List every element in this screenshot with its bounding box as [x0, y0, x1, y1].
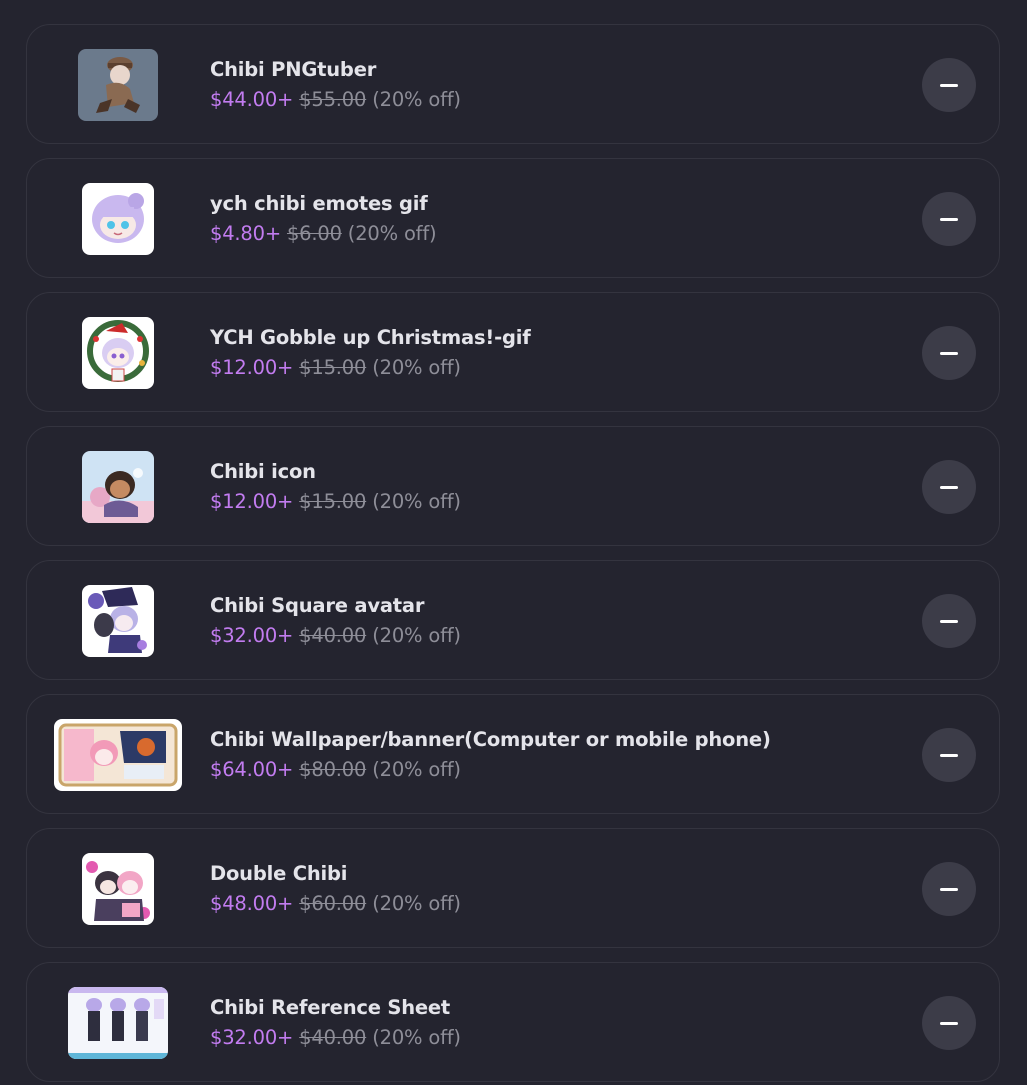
sale-price: $4.80+ — [210, 222, 281, 245]
square-avatar-thumbnail[interactable] — [82, 585, 154, 657]
cart-item: Chibi Wallpaper/banner(Computer or mobil… — [26, 694, 1000, 814]
remove-item-button[interactable] — [922, 728, 976, 782]
remove-item-button[interactable] — [922, 58, 976, 112]
remove-item-button[interactable] — [922, 996, 976, 1050]
original-price: $40.00 — [299, 624, 367, 647]
item-price-row: $32.00+ $40.00 (20% off) — [210, 624, 461, 647]
item-title[interactable]: YCH Gobble up Christmas!-gif — [210, 326, 531, 349]
cart-item: ych chibi emotes gif $4.80+ $6.00 (20% o… — [26, 158, 1000, 278]
minus-icon — [940, 217, 958, 221]
original-price: $15.00 — [299, 356, 367, 379]
discount-label: (20% off) — [372, 758, 461, 781]
cart-item: Chibi Reference Sheet $32.00+ $40.00 (20… — [26, 962, 1000, 1082]
original-price: $80.00 — [299, 758, 367, 781]
wallpaper-banner-thumbnail[interactable] — [54, 719, 182, 791]
sale-price: $12.00+ — [210, 356, 294, 379]
chibi-emotes-thumbnail[interactable] — [82, 183, 154, 255]
sale-price: $12.00+ — [210, 490, 294, 513]
remove-item-button[interactable] — [922, 326, 976, 380]
discount-label: (20% off) — [372, 1026, 461, 1049]
cart-item: YCH Gobble up Christmas!-gif $12.00+ $15… — [26, 292, 1000, 412]
chibi-icon-thumbnail[interactable] — [82, 451, 154, 523]
remove-item-button[interactable] — [922, 460, 976, 514]
double-chibi-thumbnail[interactable] — [82, 853, 154, 925]
minus-icon — [940, 753, 958, 757]
minus-icon — [940, 351, 958, 355]
remove-item-button[interactable] — [922, 192, 976, 246]
item-price-row: $12.00+ $15.00 (20% off) — [210, 490, 461, 513]
item-price-row: $48.00+ $60.00 (20% off) — [210, 892, 461, 915]
sale-price: $44.00+ — [210, 88, 294, 111]
original-price: $60.00 — [299, 892, 367, 915]
sale-price: $32.00+ — [210, 1026, 294, 1049]
original-price: $6.00 — [286, 222, 342, 245]
reference-sheet-thumbnail[interactable] — [68, 987, 168, 1059]
item-price-row: $12.00+ $15.00 (20% off) — [210, 356, 461, 379]
original-price: $40.00 — [299, 1026, 367, 1049]
original-price: $55.00 — [299, 88, 367, 111]
cart-item: Chibi PNGtuber $44.00+ $55.00 (20% off) — [26, 24, 1000, 144]
discount-label: (20% off) — [372, 892, 461, 915]
item-title[interactable]: Chibi Reference Sheet — [210, 996, 450, 1019]
minus-icon — [940, 619, 958, 623]
item-title[interactable]: Double Chibi — [210, 862, 347, 885]
discount-label: (20% off) — [372, 356, 461, 379]
christmas-gif-thumbnail[interactable] — [82, 317, 154, 389]
item-price-row: $44.00+ $55.00 (20% off) — [210, 88, 461, 111]
discount-label: (20% off) — [372, 88, 461, 111]
original-price: $15.00 — [299, 490, 367, 513]
discount-label: (20% off) — [372, 490, 461, 513]
cart-item-list: Chibi PNGtuber $44.00+ $55.00 (20% off) — [0, 0, 1027, 1085]
item-title[interactable]: Chibi icon — [210, 460, 316, 483]
sale-price: $64.00+ — [210, 758, 294, 781]
sale-price: $32.00+ — [210, 624, 294, 647]
item-title[interactable]: Chibi Wallpaper/banner(Computer or mobil… — [210, 728, 771, 751]
cart-item: Chibi Square avatar $32.00+ $40.00 (20% … — [26, 560, 1000, 680]
item-title[interactable]: ych chibi emotes gif — [210, 192, 428, 215]
item-title[interactable]: Chibi PNGtuber — [210, 58, 376, 81]
discount-label: (20% off) — [347, 222, 437, 245]
item-price-row: $32.00+ $40.00 (20% off) — [210, 1026, 461, 1049]
item-price-row: $4.80+ $6.00 (20% off) — [210, 222, 437, 245]
minus-icon — [940, 1021, 958, 1025]
cart-item: Chibi icon $12.00+ $15.00 (20% off) — [26, 426, 1000, 546]
item-price-row: $64.00+ $80.00 (20% off) — [210, 758, 461, 781]
item-title[interactable]: Chibi Square avatar — [210, 594, 425, 617]
chibi-pngtuber-thumbnail[interactable] — [78, 49, 158, 121]
discount-label: (20% off) — [372, 624, 461, 647]
remove-item-button[interactable] — [922, 594, 976, 648]
minus-icon — [940, 485, 958, 489]
minus-icon — [940, 887, 958, 891]
cart-item: Double Chibi $48.00+ $60.00 (20% off) — [26, 828, 1000, 948]
sale-price: $48.00+ — [210, 892, 294, 915]
remove-item-button[interactable] — [922, 862, 976, 916]
minus-icon — [940, 83, 958, 87]
